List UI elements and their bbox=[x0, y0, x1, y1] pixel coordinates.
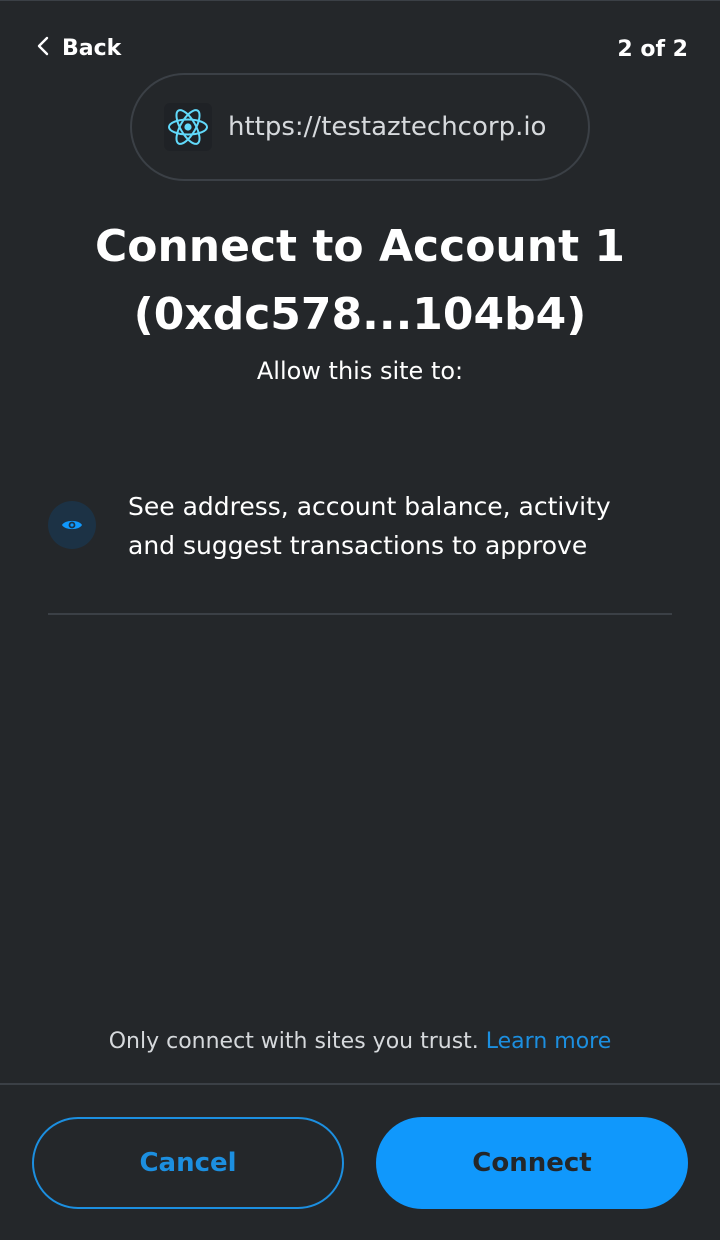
permissions-subtitle: Allow this site to: bbox=[256, 357, 464, 385]
cancel-button[interactable]: Cancel bbox=[32, 1117, 344, 1209]
eye-icon bbox=[48, 501, 96, 549]
site-origin-pill: https://testaztechcorp.io bbox=[130, 73, 590, 181]
connect-page: Back 2 of 2 https://testaztechcorp.io Co… bbox=[0, 0, 720, 1240]
permissions-divider bbox=[48, 613, 672, 615]
learn-more-link[interactable]: Learn more bbox=[486, 1029, 611, 1054]
permission-text-line1: See address, account balance, activity bbox=[128, 492, 611, 521]
back-button[interactable]: Back bbox=[36, 35, 121, 61]
connect-button[interactable]: Connect bbox=[376, 1117, 688, 1209]
back-label: Back bbox=[62, 35, 122, 61]
page-title: Connect to Account 1 bbox=[94, 221, 626, 272]
footer-divider bbox=[0, 1083, 720, 1085]
chevron-left-icon bbox=[36, 35, 50, 61]
permission-item: See address, account balance, activity a… bbox=[48, 487, 672, 565]
permission-text-line2: and suggest transactions to approve bbox=[128, 531, 588, 560]
step-indicator: 2 of 2 bbox=[617, 37, 688, 62]
trust-text: Only connect with sites you trust. bbox=[108, 1029, 479, 1054]
trust-notice: Only connect with sites you trust. Learn… bbox=[0, 1029, 720, 1054]
site-url: https://testaztechcorp.io bbox=[228, 112, 547, 142]
account-address: (0xdc578...104b4) bbox=[133, 289, 587, 340]
react-atom-icon bbox=[164, 103, 212, 151]
permission-text: See address, account balance, activity a… bbox=[128, 487, 611, 565]
